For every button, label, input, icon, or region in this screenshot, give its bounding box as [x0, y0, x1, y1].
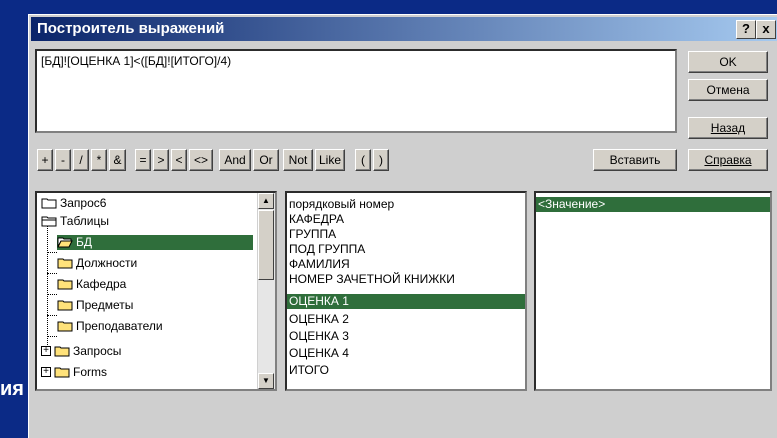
close-icon[interactable]: x: [756, 20, 776, 39]
folder-icon: [41, 198, 57, 209]
tree-item-tables[interactable]: Таблицы: [41, 214, 109, 229]
field-item[interactable]: ОЦЕНКА 4: [289, 346, 349, 361]
help-button[interactable]: Справка: [688, 149, 768, 171]
insert-button[interactable]: Вставить: [593, 149, 677, 171]
cancel-button[interactable]: Отмена: [688, 79, 768, 101]
value-item[interactable]: <Значение>: [536, 197, 770, 212]
scroll-thumb[interactable]: [258, 210, 274, 280]
background-text: ия: [0, 378, 24, 400]
tree-connector: [47, 294, 57, 295]
folder-icon: [57, 300, 73, 311]
ok-button[interactable]: OK: [688, 51, 768, 73]
expand-plus-icon[interactable]: +: [41, 345, 51, 356]
tree-item-label: Таблицы: [60, 214, 110, 228]
folder-icon: [54, 367, 70, 378]
operator-minus-button[interactable]: -: [55, 149, 71, 171]
title-bar[interactable]: Построитель выражений ? x: [31, 17, 777, 41]
tree-scrollbar[interactable]: ▲ ▼: [257, 193, 275, 389]
folder-icon: [54, 346, 70, 357]
expression-builder-dialog: Построитель выражений ? x [БД]![ОЦЕНКА 1…: [28, 14, 777, 438]
object-tree-panel[interactable]: Запрос6 Таблицы БД Должности Кафедра Пре…: [35, 191, 277, 391]
operator-or-button[interactable]: Or: [253, 149, 279, 171]
field-item[interactable]: ОЦЕНКА 3: [289, 329, 349, 344]
tree-item-bd[interactable]: БД: [57, 235, 253, 250]
tree-item-label: Должности: [76, 256, 138, 270]
scroll-down-icon[interactable]: ▼: [258, 373, 274, 389]
folder-icon: [57, 279, 73, 290]
tree-item-label: Преподаватели: [76, 319, 163, 333]
tree-item-queries[interactable]: + Запросы: [41, 344, 121, 359]
operator-plus-button[interactable]: +: [37, 149, 53, 171]
operator-close-paren-button[interactable]: ): [373, 149, 389, 171]
operator-not-button[interactable]: Not: [283, 149, 313, 171]
operator-divide-button[interactable]: /: [73, 149, 89, 171]
tree-connector: [47, 315, 57, 316]
tree-item-label: Forms: [73, 365, 107, 379]
field-item[interactable]: ОЦЕНКА 2: [289, 312, 349, 327]
operator-ampersand-button[interactable]: &: [109, 149, 126, 171]
tree-item-department[interactable]: Кафедра: [57, 277, 126, 292]
values-panel[interactable]: <Значение>: [534, 191, 772, 391]
tree-connector: [47, 336, 57, 337]
folder-open-icon: [41, 216, 57, 227]
operator-greater-button[interactable]: >: [153, 149, 169, 171]
operator-open-paren-button[interactable]: (: [355, 149, 371, 171]
folder-icon: [57, 258, 73, 269]
tree-item-label: Запрос6: [60, 196, 107, 210]
folder-open-icon: [57, 237, 73, 248]
operator-like-button[interactable]: Like: [315, 149, 345, 171]
help-icon[interactable]: ?: [736, 20, 756, 39]
expression-input[interactable]: [БД]![ОЦЕНКА 1]<([БД]![ИТОГО]/4): [35, 49, 677, 133]
tree-item-subjects[interactable]: Предметы: [57, 298, 133, 313]
field-item[interactable]: ИТОГО: [289, 363, 329, 378]
tree-connector: [47, 273, 57, 274]
operator-equals-button[interactable]: =: [135, 149, 151, 171]
tree-item-label: Запросы: [73, 344, 122, 358]
dialog-title: Построитель выражений: [37, 20, 225, 37]
folder-icon: [57, 321, 73, 332]
field-item[interactable]: ГРУППА: [289, 227, 336, 242]
back-button[interactable]: Назад: [688, 117, 768, 139]
tree-item-label: Предметы: [76, 298, 134, 312]
tree-item-teachers[interactable]: Преподаватели: [57, 319, 163, 334]
operator-multiply-button[interactable]: *: [91, 149, 107, 171]
expand-plus-icon[interactable]: +: [41, 366, 51, 377]
scroll-up-icon[interactable]: ▲: [258, 193, 274, 209]
tree-connector: [47, 223, 48, 347]
field-item[interactable]: порядковый номер: [289, 197, 394, 212]
field-item[interactable]: ФАМИЛИЯ: [289, 257, 350, 272]
field-item[interactable]: ПОД ГРУППА: [289, 242, 365, 257]
tree-item-label: Кафедра: [76, 277, 127, 291]
tree-connector: [47, 252, 57, 253]
field-item-selected[interactable]: ОЦЕНКА 1: [287, 294, 525, 309]
tree-item-query6[interactable]: Запрос6: [41, 196, 106, 211]
insert-button-label: Вставить: [609, 153, 661, 167]
field-item[interactable]: КАФЕДРА: [289, 212, 344, 227]
field-item[interactable]: НОМЕР ЗАЧЕТНОЙ КНИЖКИ: [289, 272, 455, 287]
fields-panel[interactable]: порядковый номер КАФЕДРА ГРУППА ПОД ГРУП…: [285, 191, 527, 391]
tree-item-positions[interactable]: Должности: [57, 256, 137, 271]
operator-and-button[interactable]: And: [219, 149, 251, 171]
tree-item-forms[interactable]: + Forms: [41, 365, 107, 380]
operator-less-button[interactable]: <: [171, 149, 187, 171]
operator-not-equal-button[interactable]: <>: [189, 149, 213, 171]
tree-item-label: БД: [76, 235, 93, 249]
